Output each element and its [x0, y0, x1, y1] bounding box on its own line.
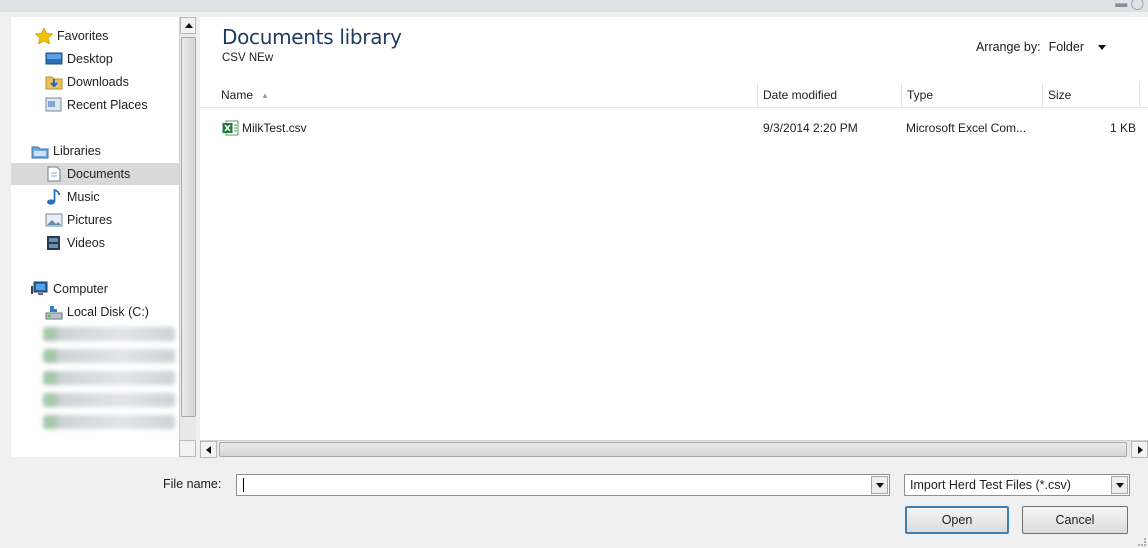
open-file-dialog: ▬ ◯ Favorites Desktop Downloads Recent P… — [0, 0, 1148, 548]
nav-computer-label: Computer — [53, 282, 108, 296]
nav-documents-label: Documents — [67, 167, 131, 181]
column-header-size[interactable]: Size — [1043, 83, 1140, 107]
open-button[interactable]: Open — [905, 506, 1009, 534]
file-type-dropdown-arrow-icon[interactable] — [1111, 476, 1128, 494]
nav-libraries-label: Libraries — [53, 144, 101, 158]
nav-favorites[interactable]: Favorites — [11, 25, 179, 47]
navigation-pane: Favorites Desktop Downloads Recent Place… — [11, 17, 179, 457]
nav-desktop[interactable]: Desktop — [11, 48, 179, 70]
redacted-nav-item[interactable] — [43, 349, 175, 363]
column-header-type[interactable]: Type — [902, 83, 1043, 107]
column-header-name[interactable]: Name ▲ — [216, 83, 758, 107]
text-cursor — [243, 478, 244, 492]
arrange-by-value[interactable]: Folder — [1049, 40, 1084, 54]
horizontal-scrollbar-thumb[interactable] — [219, 442, 1127, 457]
nav-scroll-corner — [179, 440, 196, 457]
nav-pictures-label: Pictures — [67, 213, 113, 227]
file-type-select[interactable]: Import Herd Test Files (*.csv) — [904, 474, 1130, 496]
title-strip: ▬ ◯ — [0, 0, 1148, 12]
file-date-modified: 9/3/2014 2:20 PM — [763, 121, 858, 135]
file-list-horizontal-scrollbar[interactable] — [200, 440, 1148, 458]
scroll-left-arrow-icon[interactable] — [200, 441, 217, 458]
scrollbar-thumb[interactable] — [181, 37, 196, 417]
file-type: Microsoft Excel Com... — [906, 121, 1027, 135]
nav-favorites-label: Favorites — [57, 29, 109, 43]
nav-documents[interactable]: Documents — [11, 163, 179, 185]
library-title: Documents library — [222, 25, 402, 49]
redacted-nav-item[interactable] — [43, 393, 175, 407]
file-name-dropdown-arrow-icon[interactable] — [871, 476, 888, 494]
arrange-by-control[interactable]: Arrange by: Folder — [976, 40, 1106, 54]
header-divider — [200, 107, 1148, 108]
column-header-size-label: Size — [1048, 88, 1072, 102]
window-controls-icon[interactable]: ▬ ◯ — [1115, 0, 1144, 10]
nav-local-disk[interactable]: Local Disk (C:) — [11, 301, 179, 323]
libraries-icon — [31, 143, 49, 159]
file-name: MilkTest.csv — [242, 121, 307, 135]
file-name-input[interactable] — [237, 475, 869, 495]
nav-music-label: Music — [67, 190, 100, 204]
document-icon — [45, 166, 63, 182]
file-name-label: File name: — [163, 477, 222, 491]
pictures-icon — [45, 212, 63, 228]
redacted-nav-item[interactable] — [43, 327, 175, 341]
nav-desktop-label: Desktop — [67, 52, 113, 66]
table-row[interactable]: MilkTest.csv 9/3/2014 2:20 PM Microsoft … — [200, 117, 1148, 139]
local-disk-icon — [45, 304, 63, 320]
desktop-icon — [45, 51, 63, 67]
file-list-pane: Documents library CSV NEw Arrange by: Fo… — [200, 17, 1148, 457]
music-icon — [45, 188, 63, 205]
recent-places-icon — [45, 97, 63, 113]
library-subtitle: CSV NEw — [222, 52, 274, 64]
file-name-combobox[interactable] — [236, 474, 890, 496]
dropdown-arrow-icon[interactable] — [1098, 44, 1106, 50]
nav-downloads-label: Downloads — [67, 75, 129, 89]
downloads-folder-icon — [45, 74, 63, 90]
nav-recent-places-label: Recent Places — [67, 98, 148, 112]
column-header-type-label: Type — [907, 88, 934, 102]
file-size: 1 KB — [1109, 121, 1136, 135]
computer-icon — [31, 281, 49, 297]
nav-music[interactable]: Music — [11, 186, 179, 208]
file-type-value: Import Herd Test Files (*.csv) — [910, 478, 1071, 492]
nav-local-disk-label: Local Disk (C:) — [67, 305, 149, 319]
redacted-nav-item[interactable] — [43, 415, 175, 429]
navigation-vertical-scrollbar[interactable] — [179, 17, 196, 457]
videos-icon — [45, 235, 63, 251]
nav-recent-places[interactable]: Recent Places — [11, 94, 179, 116]
excel-csv-file-icon — [222, 120, 240, 136]
nav-videos-label: Videos — [67, 236, 105, 250]
file-name-cell[interactable]: MilkTest.csv — [222, 117, 307, 139]
scroll-right-arrow-icon[interactable] — [1131, 441, 1148, 458]
column-header-date-label: Date modified — [763, 88, 838, 102]
nav-libraries[interactable]: Libraries — [11, 140, 179, 162]
arrange-by-label: Arrange by: — [975, 40, 1041, 54]
scroll-up-arrow-icon[interactable] — [180, 17, 196, 34]
nav-pictures[interactable]: Pictures — [11, 209, 179, 231]
sort-ascending-icon: ▲ — [261, 90, 269, 100]
resize-grip-icon[interactable] — [1138, 538, 1146, 546]
column-header-name-label: Name — [221, 88, 254, 102]
column-header-date-modified[interactable]: Date modified — [758, 83, 902, 107]
cancel-button[interactable]: Cancel — [1022, 506, 1128, 534]
nav-computer[interactable]: Computer — [11, 278, 179, 300]
nav-downloads[interactable]: Downloads — [11, 71, 179, 93]
nav-videos[interactable]: Videos — [11, 232, 179, 254]
redacted-nav-item[interactable] — [43, 371, 175, 385]
star-icon — [34, 27, 54, 45]
